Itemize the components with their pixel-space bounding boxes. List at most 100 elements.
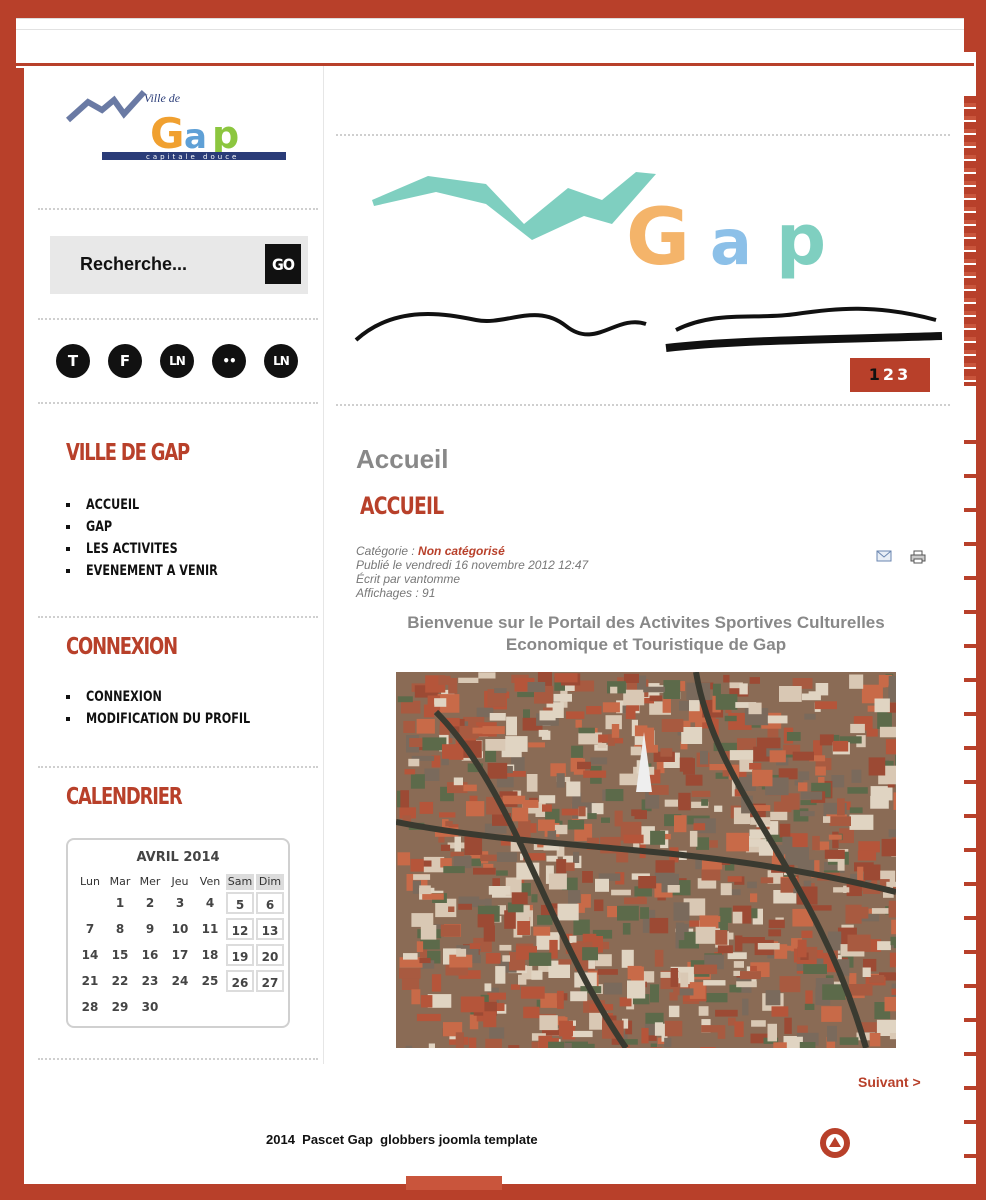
user-menu: CONNEXION MODIFICATION DU PROFIL bbox=[66, 686, 291, 730]
svg-text:p: p bbox=[776, 199, 826, 281]
back-to-top-button[interactable] bbox=[820, 1128, 850, 1158]
calendar-day[interactable]: 2 bbox=[136, 892, 164, 914]
slider-page-2[interactable]: 2 bbox=[883, 365, 897, 384]
svg-text:p: p bbox=[212, 113, 239, 157]
calendar-day[interactable]: 4 bbox=[196, 892, 224, 914]
calendar-day[interactable]: 1 bbox=[106, 892, 134, 914]
search-input[interactable] bbox=[62, 246, 262, 282]
category-link[interactable]: Non catégorisé bbox=[418, 544, 505, 558]
search-form: GO bbox=[50, 236, 308, 294]
calendar-day-header: Ven bbox=[199, 875, 221, 888]
footer-credits: 2014 Pascet Gap globbers joomla template bbox=[266, 1132, 538, 1147]
svg-text:a: a bbox=[710, 206, 752, 279]
calendar-day[interactable]: 3 bbox=[166, 892, 194, 914]
calendar-day[interactable]: 7 bbox=[76, 918, 104, 940]
category-label: Catégorie : bbox=[356, 544, 419, 558]
calendar: AVRIL 2014 Lun Mar Mer Jeu Ven Sam Dim 1 2 3 4 5 6 7 8… bbox=[66, 838, 290, 1028]
intro-line: Economique et Touristique de Gap bbox=[505, 635, 787, 654]
svg-text:Ville de: Ville de bbox=[144, 91, 181, 105]
decorative-edge bbox=[964, 410, 976, 1180]
calendar-day[interactable]: 19 bbox=[226, 944, 254, 966]
aerial-photo bbox=[396, 672, 896, 1048]
menu-item-profil[interactable]: MODIFICATION DU PROFIL bbox=[66, 708, 291, 730]
calendar-day-header: Dim bbox=[256, 874, 284, 890]
calendar-day[interactable]: 5 bbox=[226, 892, 254, 914]
banner-slider: G a p 123 bbox=[336, 134, 950, 406]
hit-count: Affichages : 91 bbox=[356, 586, 436, 600]
article-intro: Bienvenue sur le Portail des Activites S… bbox=[352, 612, 940, 656]
calendar-day[interactable]: 13 bbox=[256, 918, 284, 940]
slider-page-1[interactable]: 1 bbox=[869, 365, 883, 384]
banner-image: G a p bbox=[354, 172, 943, 352]
calendar-day[interactable]: 10 bbox=[166, 918, 194, 940]
site-logo[interactable]: Ville de G a p capitale douce bbox=[66, 88, 290, 164]
calendar-day-header: Mar bbox=[109, 875, 131, 888]
author: Écrit par vantomme bbox=[356, 572, 461, 586]
calendar-day[interactable]: 16 bbox=[136, 944, 164, 966]
calendar-day-header: Jeu bbox=[171, 875, 189, 888]
calendar-day[interactable]: 6 bbox=[256, 892, 284, 914]
calendar-day[interactable]: 9 bbox=[136, 918, 164, 940]
main-menu: ACCUEIL GAP LES ACTIVITES EVENEMENT A VE… bbox=[66, 494, 251, 582]
calendar-day-header: Sam bbox=[226, 874, 254, 890]
menu-item-evenement[interactable]: EVENEMENT A VENIR bbox=[66, 560, 251, 582]
divider bbox=[38, 766, 318, 768]
calendar-day[interactable]: 24 bbox=[166, 970, 194, 992]
calendar-day[interactable]: 26 bbox=[226, 970, 254, 992]
decorative-tab bbox=[406, 1176, 502, 1190]
calendar-day[interactable]: 22 bbox=[106, 970, 134, 992]
calendar-day[interactable]: 27 bbox=[256, 970, 284, 992]
email-icon[interactable] bbox=[876, 550, 892, 562]
calendar-day[interactable]: 8 bbox=[106, 918, 134, 940]
calendar-day[interactable]: 23 bbox=[136, 970, 164, 992]
next-article-link[interactable]: Suivant > bbox=[858, 1074, 921, 1090]
arrow-up-icon bbox=[826, 1134, 844, 1152]
sidebar: Ville de G a p capitale douce GO T F LN … bbox=[30, 66, 324, 1064]
calendar-day[interactable]: 12 bbox=[226, 918, 254, 940]
calendar-day[interactable]: 15 bbox=[106, 944, 134, 966]
svg-text:a: a bbox=[184, 117, 207, 157]
menu-item-gap[interactable]: GAP bbox=[66, 516, 251, 538]
module-title-connexion: Connexion bbox=[66, 634, 178, 660]
page-title: Accueil bbox=[356, 444, 449, 474]
module-title-ville: Ville de Gap bbox=[66, 440, 190, 466]
divider bbox=[336, 134, 950, 136]
calendar-day[interactable]: 18 bbox=[196, 944, 224, 966]
social-links: T F LN •• LN bbox=[54, 344, 314, 378]
calendar-day[interactable]: 17 bbox=[166, 944, 194, 966]
decorative-edge bbox=[964, 96, 976, 386]
article-title[interactable]: ACCUEIL bbox=[360, 492, 444, 520]
calendar-day-header: Lun bbox=[80, 875, 100, 888]
intro-line: Bienvenue sur le Portail des Activites S… bbox=[407, 613, 885, 632]
svg-text:capitale douce: capitale douce bbox=[146, 153, 239, 161]
menu-item-connexion[interactable]: CONNEXION bbox=[66, 686, 291, 708]
svg-text:G: G bbox=[150, 109, 184, 158]
linkedin-icon[interactable]: LN bbox=[264, 344, 298, 378]
linkedin-icon[interactable]: LN bbox=[160, 344, 194, 378]
module-title-calendrier: Calendrier bbox=[66, 784, 183, 810]
search-go-button[interactable]: GO bbox=[265, 244, 301, 284]
divider bbox=[38, 402, 318, 404]
print-icon[interactable] bbox=[910, 550, 926, 564]
flickr-icon[interactable]: •• bbox=[212, 344, 246, 378]
menu-item-accueil[interactable]: ACCUEIL bbox=[66, 494, 251, 516]
article-meta: Catégorie : Non catégorisé Publié le ven… bbox=[356, 544, 588, 600]
facebook-icon[interactable]: F bbox=[108, 344, 142, 378]
calendar-day-header: Mer bbox=[139, 875, 161, 888]
calendar-day[interactable]: 30 bbox=[136, 996, 164, 1018]
calendar-day[interactable]: 14 bbox=[76, 944, 104, 966]
calendar-day[interactable]: 28 bbox=[76, 996, 104, 1018]
divider bbox=[38, 318, 318, 320]
divider bbox=[38, 208, 318, 210]
calendar-day[interactable]: 21 bbox=[76, 970, 104, 992]
menu-item-activites[interactable]: LES ACTIVITES bbox=[66, 538, 251, 560]
twitter-icon[interactable]: T bbox=[56, 344, 90, 378]
divider bbox=[38, 1058, 318, 1060]
slider-page-3[interactable]: 3 bbox=[897, 365, 911, 384]
calendar-day[interactable]: 11 bbox=[196, 918, 224, 940]
divider bbox=[38, 616, 318, 618]
calendar-day[interactable]: 25 bbox=[196, 970, 224, 992]
divider bbox=[336, 404, 950, 406]
calendar-day[interactable]: 29 bbox=[106, 996, 134, 1018]
calendar-day[interactable]: 20 bbox=[256, 944, 284, 966]
